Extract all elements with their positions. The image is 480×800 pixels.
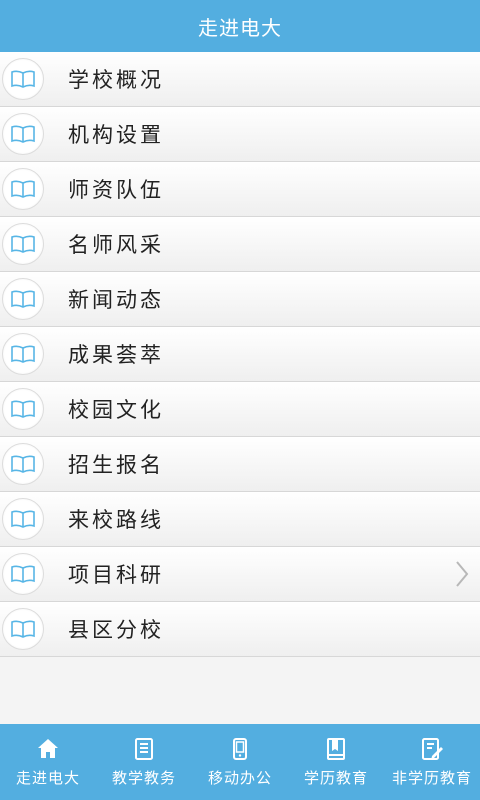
list-item-label: 项目科研: [68, 563, 164, 587]
list-item-label: 来校路线: [68, 508, 164, 532]
book-icon: [2, 388, 44, 430]
book-icon: [2, 553, 44, 595]
list-item-famous-teachers[interactable]: 名师风采: [0, 217, 480, 272]
list-item-route[interactable]: 来校路线: [0, 492, 480, 547]
tab-non-degree-education[interactable]: 非学历教育: [384, 724, 480, 800]
book-icon: [2, 498, 44, 540]
list-item-news[interactable]: 新闻动态: [0, 272, 480, 327]
tab-home[interactable]: 走进电大: [0, 724, 96, 800]
list-item-organization[interactable]: 机构设置: [0, 107, 480, 162]
book-icon: [2, 608, 44, 650]
bottom-tab-bar: 走进电大 教学教务 移动办公 学历教育 非学历教育: [0, 724, 480, 800]
list-item-enrollment[interactable]: 招生报名: [0, 437, 480, 492]
tab-teaching[interactable]: 教学教务: [96, 724, 192, 800]
list-item-label: 成果荟萃: [68, 343, 164, 367]
tab-label: 学历教育: [303, 768, 368, 787]
book-icon: [327, 737, 345, 760]
list-item-label: 机构设置: [68, 123, 164, 147]
book-icon: [2, 113, 44, 155]
list-item-label: 县区分校: [68, 618, 164, 642]
list-item-achievements[interactable]: 成果荟萃: [0, 327, 480, 382]
list-item-label: 学校概况: [68, 68, 164, 92]
list-item-branch-schools[interactable]: 县区分校: [0, 602, 480, 657]
list-item-label: 招生报名: [68, 453, 164, 477]
book-icon: [2, 168, 44, 210]
tab-degree-education[interactable]: 学历教育: [288, 724, 384, 800]
title-bar: 走进电大: [0, 0, 480, 52]
list-item-faculty[interactable]: 师资队伍: [0, 162, 480, 217]
list-item-label: 名师风采: [68, 233, 164, 257]
tab-label: 教学教务: [111, 768, 176, 787]
tab-label: 非学历教育: [391, 768, 472, 787]
tab-label: 走进电大: [15, 768, 80, 787]
list-item-label: 校园文化: [68, 398, 164, 422]
list-item-campus-culture[interactable]: 校园文化: [0, 382, 480, 437]
phone-icon: [233, 737, 247, 760]
document-icon: [135, 737, 153, 760]
book-icon: [2, 58, 44, 100]
list-item-label: 新闻动态: [68, 288, 164, 312]
book-icon: [2, 443, 44, 485]
menu-list: 学校概况 机构设置 师资队伍 名师风采 新闻动态 成果荟萃 校园文化 招生报名 …: [0, 52, 480, 657]
tab-label: 移动办公: [207, 768, 272, 787]
page-title: 走进电大: [198, 15, 282, 40]
list-item-school-overview[interactable]: 学校概况: [0, 52, 480, 107]
book-icon: [2, 223, 44, 265]
tab-mobile-office[interactable]: 移动办公: [192, 724, 288, 800]
list-item-label: 师资队伍: [68, 178, 164, 202]
book-icon: [2, 333, 44, 375]
list-item-research[interactable]: 项目科研: [0, 547, 480, 602]
home-icon: [38, 738, 58, 758]
edit-icon: [422, 737, 443, 760]
chevron-right-icon: [456, 561, 469, 587]
book-icon: [2, 278, 44, 320]
